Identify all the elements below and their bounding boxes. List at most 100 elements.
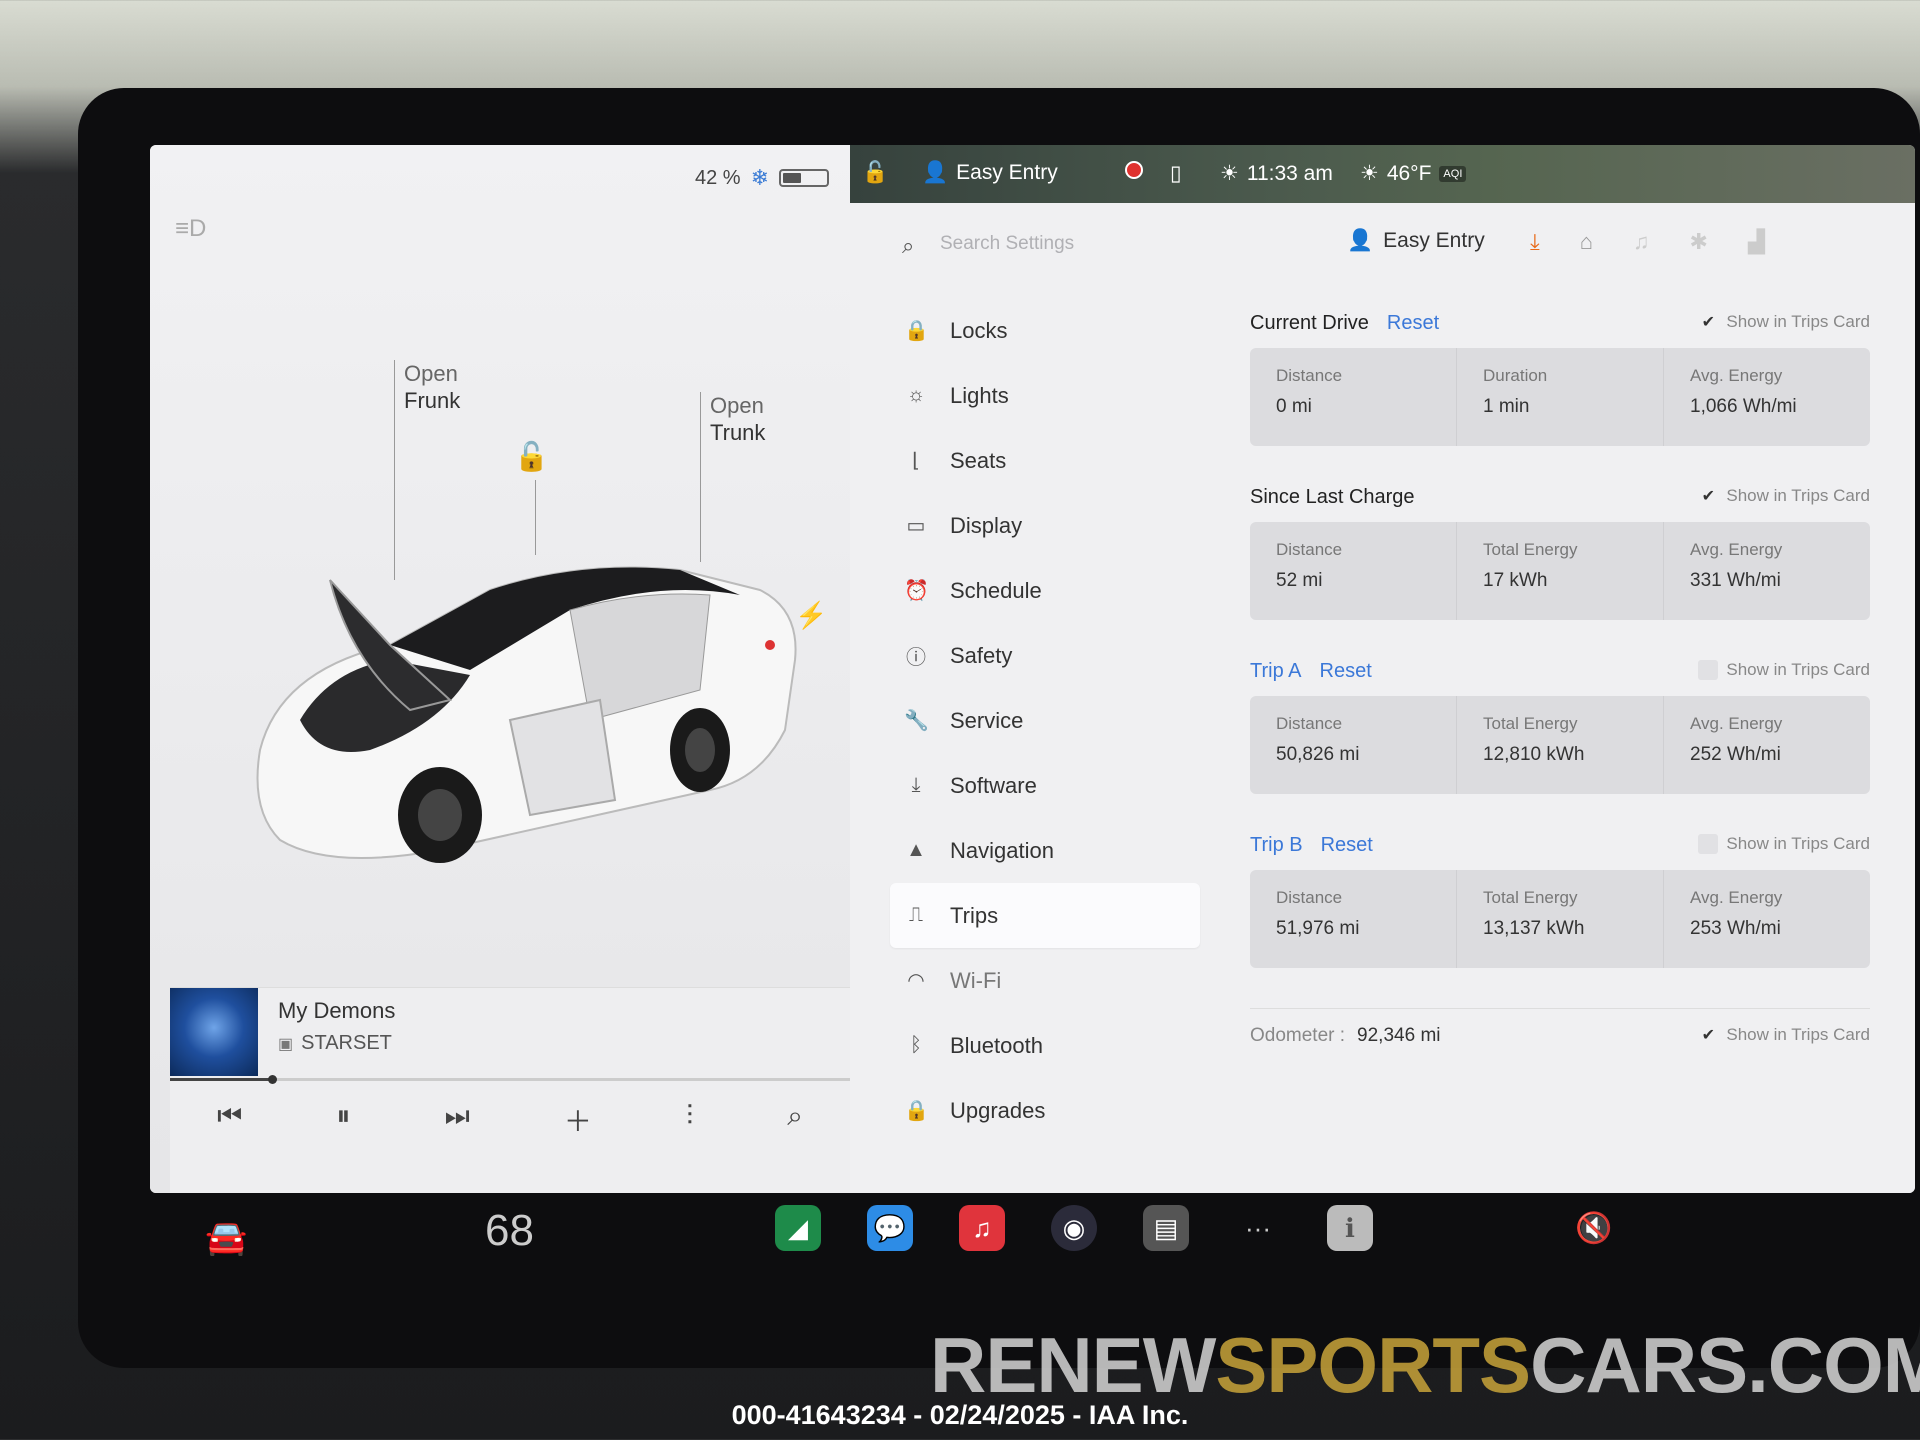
dashcam-record-icon[interactable] [1125,161,1143,179]
previous-track-icon[interactable]: ⏮ [217,1100,242,1140]
sidebar-item-wifi[interactable]: ◠ Wi-Fi [890,948,1200,1013]
sidebar-item-service[interactable]: 🔧 Service [890,688,1200,753]
battery-fill [783,173,801,183]
trips-content: Current Drive Reset ✔ Show in Trips Card… [1250,298,1870,1062]
trip-a-show-toggle[interactable]: ✔ Show in Trips Card [1698,660,1870,680]
software-update-icon[interactable]: ⤓ [1530,229,1540,255]
car-panel: 42 % ❄ ≡D Open Frunk Open Trunk 🔓 ⚡ My D… [150,145,850,1193]
sidebar-label-safety: Safety [950,642,1013,668]
schedule-icon: ⏰ [904,580,929,602]
sidebar-item-locks[interactable]: 🔒 Locks [890,298,1200,363]
car-controls-icon[interactable]: 🚘 [205,1218,247,1258]
album-art[interactable] [170,988,258,1076]
track-progress-bar[interactable] [170,1075,850,1084]
profile-button[interactable]: 👤 Easy Entry [1347,229,1485,253]
sidebar-item-trips[interactable]: ⎍ Trips [890,883,1200,948]
track-progress-knob[interactable] [268,1075,277,1084]
search-settings-input[interactable] [940,227,1320,261]
wifi-icon: ◠ [907,970,925,992]
status-profile-name: Easy Entry [956,161,1058,184]
trip-a-reset-button[interactable]: Reset [1320,660,1372,683]
stat-cell: Distance 0 mi [1250,348,1457,446]
stat-label: Avg. Energy [1690,540,1783,559]
stat-value: 52 mi [1276,570,1323,591]
battery-icon [779,169,830,187]
add-favorite-icon[interactable]: ＋ [564,1100,592,1140]
checkmark-icon: ✔ [1701,314,1716,331]
trip-a-stats: Distance 50,826 mi Total Energy 12,810 kWh… [1250,696,1870,794]
current-drive-show-toggle[interactable]: ✔ Show in Trips Card [1698,312,1870,332]
driver-profile-icon: 👤 [922,161,949,184]
stat-value: 51,976 mi [1276,918,1360,939]
stat-label: Avg. Energy [1690,366,1783,385]
open-trunk-button[interactable]: Open Trunk [710,392,765,446]
sidebar-label-seats: Seats [950,447,1007,473]
current-drive-reset-button[interactable]: Reset [1387,312,1439,335]
unlock-icon[interactable]: 🔓 [514,440,549,473]
status-bar: 🔓 👤 Easy Entry ▯ ☀ 11:33 am ☀ 46°F AQI [850,145,1915,203]
trip-b-header: Trip B Reset ✔ Show in Trips Card [1250,820,1870,870]
battery-status: 42 % ❄ [695,165,830,191]
sidebar-label-bluetooth: Bluetooth [950,1032,1043,1058]
owners-manual-icon[interactable]: ℹ [1327,1205,1373,1251]
sidebar-label-service: Service [950,707,1024,733]
watermark-part2: SPORTS [1215,1321,1531,1409]
pause-icon[interactable]: ⏸ [336,1100,350,1140]
sidebar-item-display[interactable]: ▭ Display [890,493,1200,558]
messages-app-icon[interactable]: 💬 [867,1205,913,1251]
cabin-temperature[interactable]: 68 [485,1206,534,1256]
stat-label: Avg. Energy [1690,888,1783,907]
sidebar-label-lights: Lights [950,382,1009,408]
trip-b-show-toggle[interactable]: ✔ Show in Trips Card [1698,834,1870,854]
camera-app-icon[interactable]: ◉ [1051,1205,1097,1251]
lock-status-icon[interactable]: 🔓 [862,161,888,185]
settings-sidebar: 🔒 Locks ☼ Lights ⌊ Seats ▭ Display ⏰ Schedule… [890,298,1200,1143]
stat-label: Avg. Energy [1690,714,1783,733]
energy-app-icon[interactable]: ◢ [775,1205,821,1251]
sidebar-item-navigation[interactable]: ▲ Navigation [890,818,1200,883]
trip-b-stats: Distance 51,976 mi Total Energy 13,137 kWh… [1250,870,1870,968]
calendar-app-icon[interactable]: ▤ [1143,1205,1189,1251]
sidebar-item-lights[interactable]: ☼ Lights [890,363,1200,428]
sidebar-item-upgrades[interactable]: 🔒 Upgrades [890,1078,1200,1143]
checkbox-empty-icon: ✔ [1698,660,1719,680]
stat-value: 12,810 kWh [1483,744,1585,765]
current-drive-stats: Distance 0 mi Duration 1 min Avg. Energy 1,… [1250,348,1870,446]
trips-icon: ⎍ [909,904,923,926]
more-apps-icon[interactable]: ··· [1235,1205,1281,1251]
odometer-show-toggle[interactable]: ✔ Show in Trips Card [1698,1025,1870,1045]
trip-b-reset-button[interactable]: Reset [1321,834,1373,857]
open-frunk-button[interactable]: Open Frunk [404,360,460,414]
sidebar-item-safety[interactable]: ⓘ Safety [890,623,1200,688]
music-app-icon[interactable]: ♫ [959,1205,1005,1251]
track-progress-fill [170,1078,272,1081]
since-last-charge-section: Since Last Charge ✔ Show in Trips Card D… [1250,472,1870,646]
next-track-icon[interactable]: ⏭ [445,1100,470,1140]
sidebar-item-bluetooth[interactable]: ᛒ Bluetooth [890,1013,1200,1078]
equalizer-icon[interactable]: ⫶ [686,1100,693,1140]
checkmark-icon: ✔ [1701,1027,1716,1044]
profile-name: Easy Entry [1383,229,1485,252]
stat-cell: Avg. Energy 1,066 Wh/mi [1664,348,1870,446]
bluetooth-status-icon[interactable]: ✱ [1690,229,1708,255]
profile-status[interactable]: 👤 Easy Entry [922,161,1058,185]
sidebar-label-display: Display [950,512,1023,538]
since-last-charge-show-label: Show in Trips Card [1726,486,1870,505]
lock-leader-line [535,480,536,555]
sidebar-item-software[interactable]: ⤓ Software [890,753,1200,818]
homelink-icon[interactable]: ⌂ [1580,229,1593,255]
stat-cell: Distance 50,826 mi [1250,696,1457,794]
sidebar-item-schedule[interactable]: ⏰ Schedule [890,558,1200,623]
trunk-leader-line [700,392,701,562]
wrench-icon: 🔧 [904,710,929,732]
open-trunk-line1: Open [710,393,764,418]
notification-bell-icon[interactable]: ♫ [1633,229,1650,255]
sidebar-item-seats[interactable]: ⌊ Seats [890,428,1200,493]
headlight-icon[interactable]: ≡D [175,215,217,245]
sidebar-label-upgrades: Upgrades [950,1097,1046,1123]
media-search-icon[interactable]: ⌕ [787,1100,803,1140]
artist-row: ▣ STARSET [278,1032,392,1055]
upgrades-icon: 🔒 [904,1100,929,1122]
since-last-charge-show-toggle[interactable]: ✔ Show in Trips Card [1698,486,1870,506]
volume-muted-icon[interactable]: 🔇 [1575,1211,1612,1246]
